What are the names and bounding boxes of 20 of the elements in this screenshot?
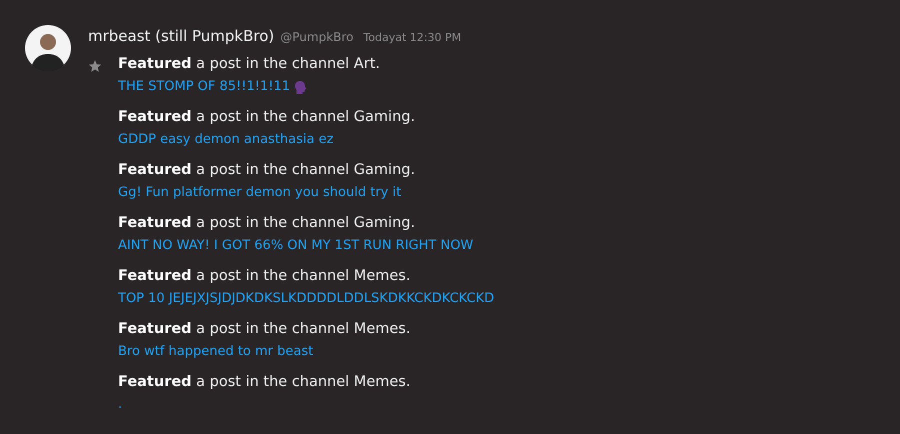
post-link[interactable]: . [118,396,122,414]
feature-notice: Featured a post in the channel Art. [118,55,381,74]
author-handle: @PumpkBro [280,30,354,44]
post-link[interactable]: TOP 10 JEJEJXJSJDJDKDKSLKDDDDLDDLSKDKKCKDKCKCKD [118,290,494,308]
message-timestamp: Todayat 12:30 PM [363,31,462,44]
author-name[interactable]: mrbeast (still PumpkBro) [88,27,274,45]
star-icon [88,59,102,73]
post-link[interactable]: Bro wtf happened to mr beast [118,343,314,361]
feature-notice: Featured a post in the channel Memes. [118,320,412,339]
post-link[interactable]: Gg! Fun platformer demon you should try it [118,184,402,202]
post-link[interactable]: GDDP easy demon anasthasia ez [118,131,334,149]
speaking-head-icon [294,80,308,94]
feature-notice: Featured a post in the channel Gaming. [118,161,416,180]
feature-notice: Featured a post in the channel Gaming. [118,108,416,127]
feature-notice: Featured a post in the channel Memes. [118,373,412,392]
avatar-icon[interactable] [25,25,71,71]
feature-notice: Featured a post in the channel Gaming. [118,214,416,233]
post-link[interactable]: AINT NO WAY! I GOT 66% ON MY 1ST RUN RIGHT NOW [118,237,474,255]
feature-notice: Featured a post in the channel Memes. [118,267,412,286]
post-link[interactable]: THE STOMP OF 85!!1!1!11 [118,78,290,96]
